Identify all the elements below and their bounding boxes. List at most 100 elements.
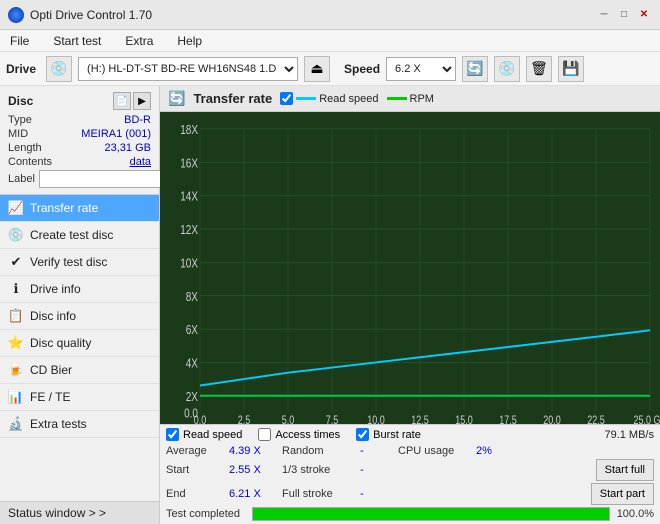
legend-rpm-color [387,97,407,100]
burst-rate-checkbox-label: Burst rate [373,429,421,441]
svg-text:14X: 14X [180,191,198,204]
label-label: Label [8,173,35,185]
status-window-button[interactable]: Status window > > [0,501,159,524]
legend-read-speed-label: Read speed [319,93,378,105]
svg-text:18X: 18X [180,124,198,137]
svg-text:12.5: 12.5 [411,415,429,424]
chart-header: 🔄 Transfer rate Read speed RPM [160,86,660,112]
menu-start-test[interactable]: Start test [47,32,107,50]
nav-verify-test-disc[interactable]: ✔ Verify test disc [0,249,159,276]
nav-extra-tests[interactable]: 🔬 Extra tests [0,411,159,438]
nav-fe-te-label: FE / TE [30,390,70,404]
verify-test-disc-icon: ✔ [8,254,24,270]
disc-info-btn1[interactable]: 📄 [113,92,131,110]
nav-fe-te[interactable]: 📊 FE / TE [0,384,159,411]
length-label: Length [8,142,42,154]
end-row: End 6.21 X Full stroke - Start part [166,483,654,505]
maximize-button[interactable]: □ [616,7,632,23]
progress-bar-container [252,507,610,521]
svg-text:20.0: 20.0 [543,415,561,424]
nav-create-test-disc[interactable]: 💿 Create test disc [0,222,159,249]
window-controls: ─ □ ✕ [596,7,652,23]
svg-text:25.0 GB: 25.0 GB [634,415,660,424]
chart-title: Transfer rate [193,91,272,106]
status-text: Test completed [166,508,246,520]
svg-text:15.0: 15.0 [455,415,473,424]
legend-read-speed-check[interactable] [280,92,293,105]
nav-drive-info-label: Drive info [30,282,81,296]
svg-text:8X: 8X [186,291,199,304]
access-times-checkbox-label: Access times [275,429,340,441]
disc-quality-icon: ⭐ [8,335,24,351]
svg-text:10.0: 10.0 [367,415,385,424]
menu-bar: File Start test Extra Help [0,30,660,52]
start-label: Start [166,464,221,476]
extra-tests-icon: 🔬 [8,416,24,432]
save-button[interactable]: 💾 [558,56,584,82]
cd-bier-icon: 🍺 [8,362,24,378]
menu-file[interactable]: File [4,32,35,50]
svg-text:5.0: 5.0 [282,415,295,424]
svg-text:2.5: 2.5 [238,415,251,424]
disc-button[interactable]: 💿 [494,56,520,82]
random-label: Random [282,445,352,457]
end-value: 6.21 X [229,488,274,500]
burst-rate-checkbox-item[interactable]: Burst rate [356,428,421,441]
svg-text:6X: 6X [186,324,199,337]
speed-select[interactable]: 6.2 X [386,57,456,81]
cpu-label: CPU usage [398,445,468,457]
start-value: 2.55 X [229,464,274,476]
menu-help[interactable]: Help [171,32,208,50]
read-speed-checkbox-item[interactable]: Read speed [166,428,242,441]
close-button[interactable]: ✕ [636,7,652,23]
burst-rate-checkbox[interactable] [356,428,369,441]
access-times-checkbox[interactable] [258,428,271,441]
disc-info-btn2[interactable]: ▶ [133,92,151,110]
nav-transfer-rate-label: Transfer rate [30,201,98,215]
refresh-button[interactable]: 🔄 [462,56,488,82]
one-third-value: - [360,464,390,476]
chart-area: 18X 16X 14X 12X 10X 8X 6X 4X 2X 0.0 0.0 … [160,112,660,424]
nav-transfer-rate[interactable]: 📈 Transfer rate [0,195,159,222]
progress-percentage: 100.0% [616,508,654,520]
create-test-disc-icon: 💿 [8,227,24,243]
mid-value: MEIRA1 (001) [81,128,151,140]
read-speed-checkbox[interactable] [166,428,179,441]
svg-text:12X: 12X [180,224,198,237]
label-row: Label 📁 [8,170,151,188]
chart-icon: 🔄 [168,90,185,107]
drive-select[interactable]: (H:) HL-DT-ST BD-RE WH16NS48 1.D3 [78,57,298,81]
nav-disc-info-label: Disc info [30,309,76,323]
drive-icon: 💿 [46,56,72,82]
disc-title: Disc [8,94,33,108]
legend-rpm: RPM [387,93,434,105]
nav-items: 📈 Transfer rate 💿 Create test disc ✔ Ver… [0,195,159,501]
nav-cd-bier[interactable]: 🍺 CD Bier [0,357,159,384]
start-row: Start 2.55 X 1/3 stroke - Start full [166,459,654,481]
type-row: Type BD-R [8,114,151,126]
start-part-button[interactable]: Start part [591,483,654,505]
minimize-button[interactable]: ─ [596,7,612,23]
menu-extra[interactable]: Extra [119,32,159,50]
length-row: Length 23,31 GB [8,142,151,154]
nav-drive-info[interactable]: ℹ Drive info [0,276,159,303]
nav-disc-quality[interactable]: ⭐ Disc quality [0,330,159,357]
nav-disc-quality-label: Disc quality [30,336,91,350]
drive-info-icon: ℹ [8,281,24,297]
disc-info-icon: 📋 [8,308,24,324]
nav-disc-info[interactable]: 📋 Disc info [0,303,159,330]
toolbar: Drive 💿 (H:) HL-DT-ST BD-RE WH16NS48 1.D… [0,52,660,86]
sidebar: Disc 📄 ▶ Type BD-R MID MEIRA1 (001) Leng… [0,86,160,524]
erase-button[interactable]: 🗑 [526,56,552,82]
access-times-checkbox-item[interactable]: Access times [258,428,340,441]
start-full-button[interactable]: Start full [596,459,654,481]
title-bar: Opti Drive Control 1.70 ─ □ ✕ [0,0,660,30]
checkbox-row: Read speed Access times Burst rate 79.1 … [166,428,654,441]
svg-text:17.5: 17.5 [499,415,517,424]
drive-label: Drive [6,62,36,76]
nav-verify-test-disc-label: Verify test disc [30,255,107,269]
average-row: Average 4.39 X Random - CPU usage 2% [166,445,654,457]
eject-button[interactable]: ⏏ [304,56,330,82]
full-stroke-label: Full stroke [282,488,352,500]
contents-value[interactable]: data [130,156,151,168]
